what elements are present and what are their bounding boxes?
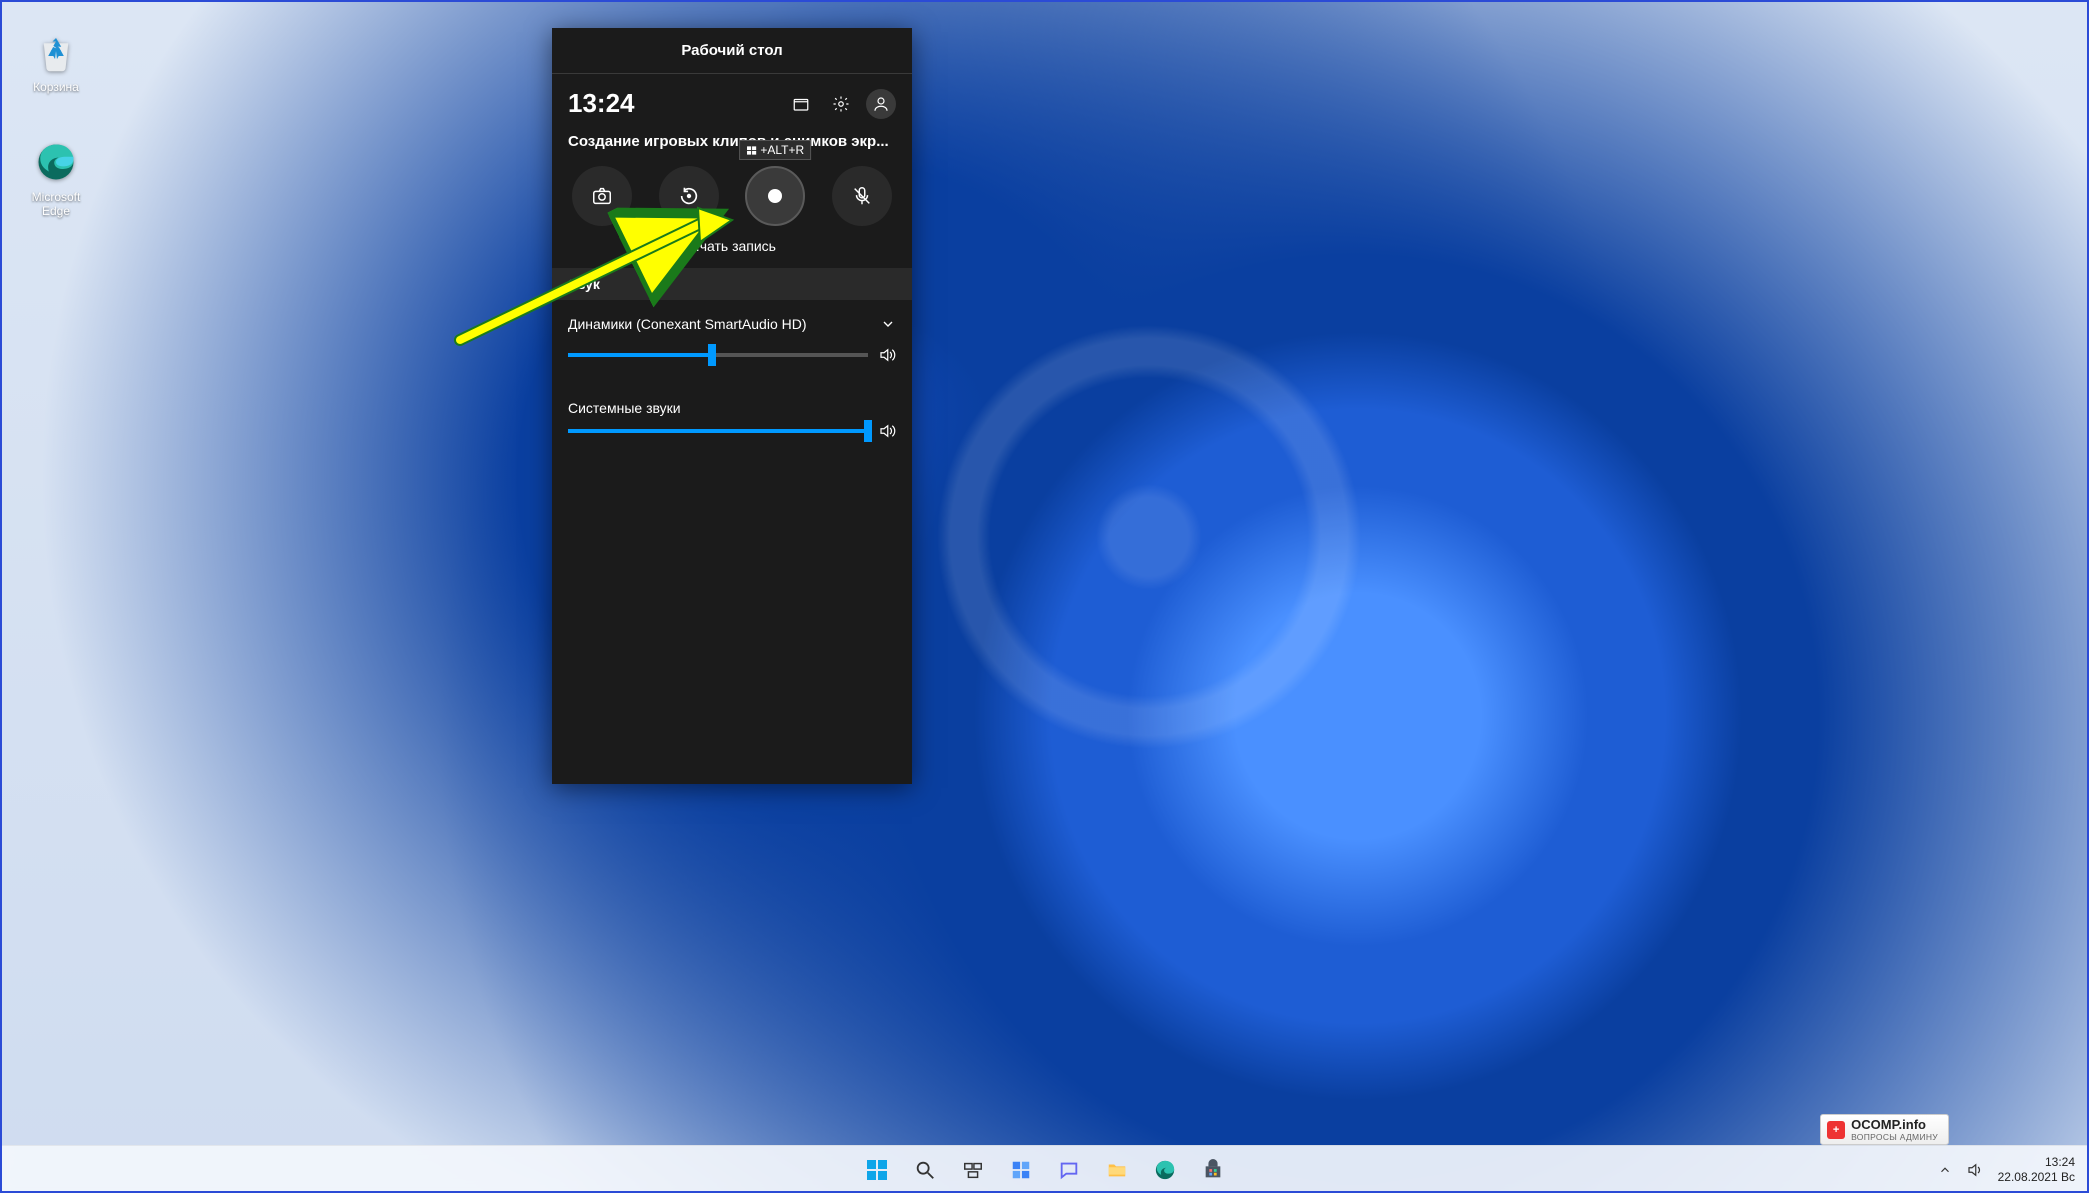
search-icon (914, 1159, 936, 1181)
watermark-badge: + OCOMP.info ВОПРОСЫ АДМИНУ (1820, 1114, 1949, 1145)
record-hint-label: ...чать запись (552, 232, 912, 268)
watermark-title: OCOMP.info (1851, 1117, 1938, 1132)
shortcut-tooltip: +ALT+R (739, 140, 811, 160)
gear-icon (832, 95, 850, 113)
taskbar: 13:24 22.08.2021 Вс (0, 1145, 2089, 1193)
windows-icon (865, 1158, 889, 1182)
gamebar-clock: 13:24 (568, 88, 786, 119)
rewind-icon (678, 185, 700, 207)
captures-folder-button[interactable] (786, 89, 816, 119)
widgets-button[interactable] (1001, 1150, 1041, 1190)
taskbar-clock[interactable]: 13:24 22.08.2021 Вс (1998, 1155, 2075, 1184)
screenshot-button[interactable] (572, 166, 632, 226)
account-button[interactable] (866, 89, 896, 119)
speaker-tray-icon[interactable] (1966, 1161, 1984, 1179)
speakers-device-label: Динамики (Conexant SmartAudio HD) (568, 316, 880, 332)
settings-button[interactable] (826, 89, 856, 119)
camera-icon (591, 185, 613, 207)
system-sounds-label: Системные звуки (568, 400, 896, 422)
speakers-device-row[interactable]: Динамики (Conexant SmartAudio HD) (552, 300, 912, 342)
chat-button[interactable] (1049, 1150, 1089, 1190)
edge-icon (1154, 1159, 1176, 1181)
record-dot-icon (768, 189, 782, 203)
chevron-up-icon[interactable] (1938, 1163, 1952, 1177)
store-icon (1202, 1159, 1224, 1181)
mic-toggle-button[interactable] (832, 166, 892, 226)
windows-key-icon (746, 145, 757, 156)
task-view-button[interactable] (953, 1150, 993, 1190)
start-button[interactable] (857, 1150, 897, 1190)
store-button[interactable] (1193, 1150, 1233, 1190)
edge-label: Microsoft Edge (32, 190, 81, 218)
speaker-icon (878, 346, 896, 364)
file-explorer-button[interactable] (1097, 1150, 1137, 1190)
microsoft-edge[interactable]: Microsoft Edge (18, 138, 94, 218)
sound-section-header: Звук (552, 268, 912, 300)
speakers-volume-slider[interactable] (568, 353, 868, 357)
recycle-bin-label: Корзина (33, 80, 79, 94)
wallpaper (0, 0, 2089, 1193)
recycle-bin[interactable]: Корзина (18, 28, 94, 94)
watermark-plus-icon: + (1827, 1121, 1845, 1139)
user-icon (872, 95, 890, 113)
chat-icon (1058, 1159, 1080, 1181)
mic-off-icon (851, 185, 873, 207)
record-last-button[interactable] (659, 166, 719, 226)
edge-taskbar-button[interactable] (1145, 1150, 1185, 1190)
edge-icon (32, 138, 80, 186)
watermark-subtitle: ВОПРОСЫ АДМИНУ (1851, 1132, 1938, 1142)
start-recording-button[interactable]: +ALT+R (745, 166, 805, 226)
panel-title: Рабочий стол (552, 28, 912, 74)
folder-icon (1106, 1159, 1128, 1181)
task-view-icon (962, 1159, 984, 1181)
gamebar-panel: Рабочий стол 13:24 Создание игровых клип… (552, 28, 912, 784)
recycle-bin-icon (32, 28, 80, 76)
widgets-icon (1010, 1159, 1032, 1181)
folder-icon (792, 95, 810, 113)
capture-heading: Создание игровых клипов и снимков экр... (552, 133, 912, 160)
search-button[interactable] (905, 1150, 945, 1190)
system-volume-slider[interactable] (568, 429, 868, 433)
chevron-down-icon (880, 316, 896, 332)
speaker-icon (878, 422, 896, 440)
